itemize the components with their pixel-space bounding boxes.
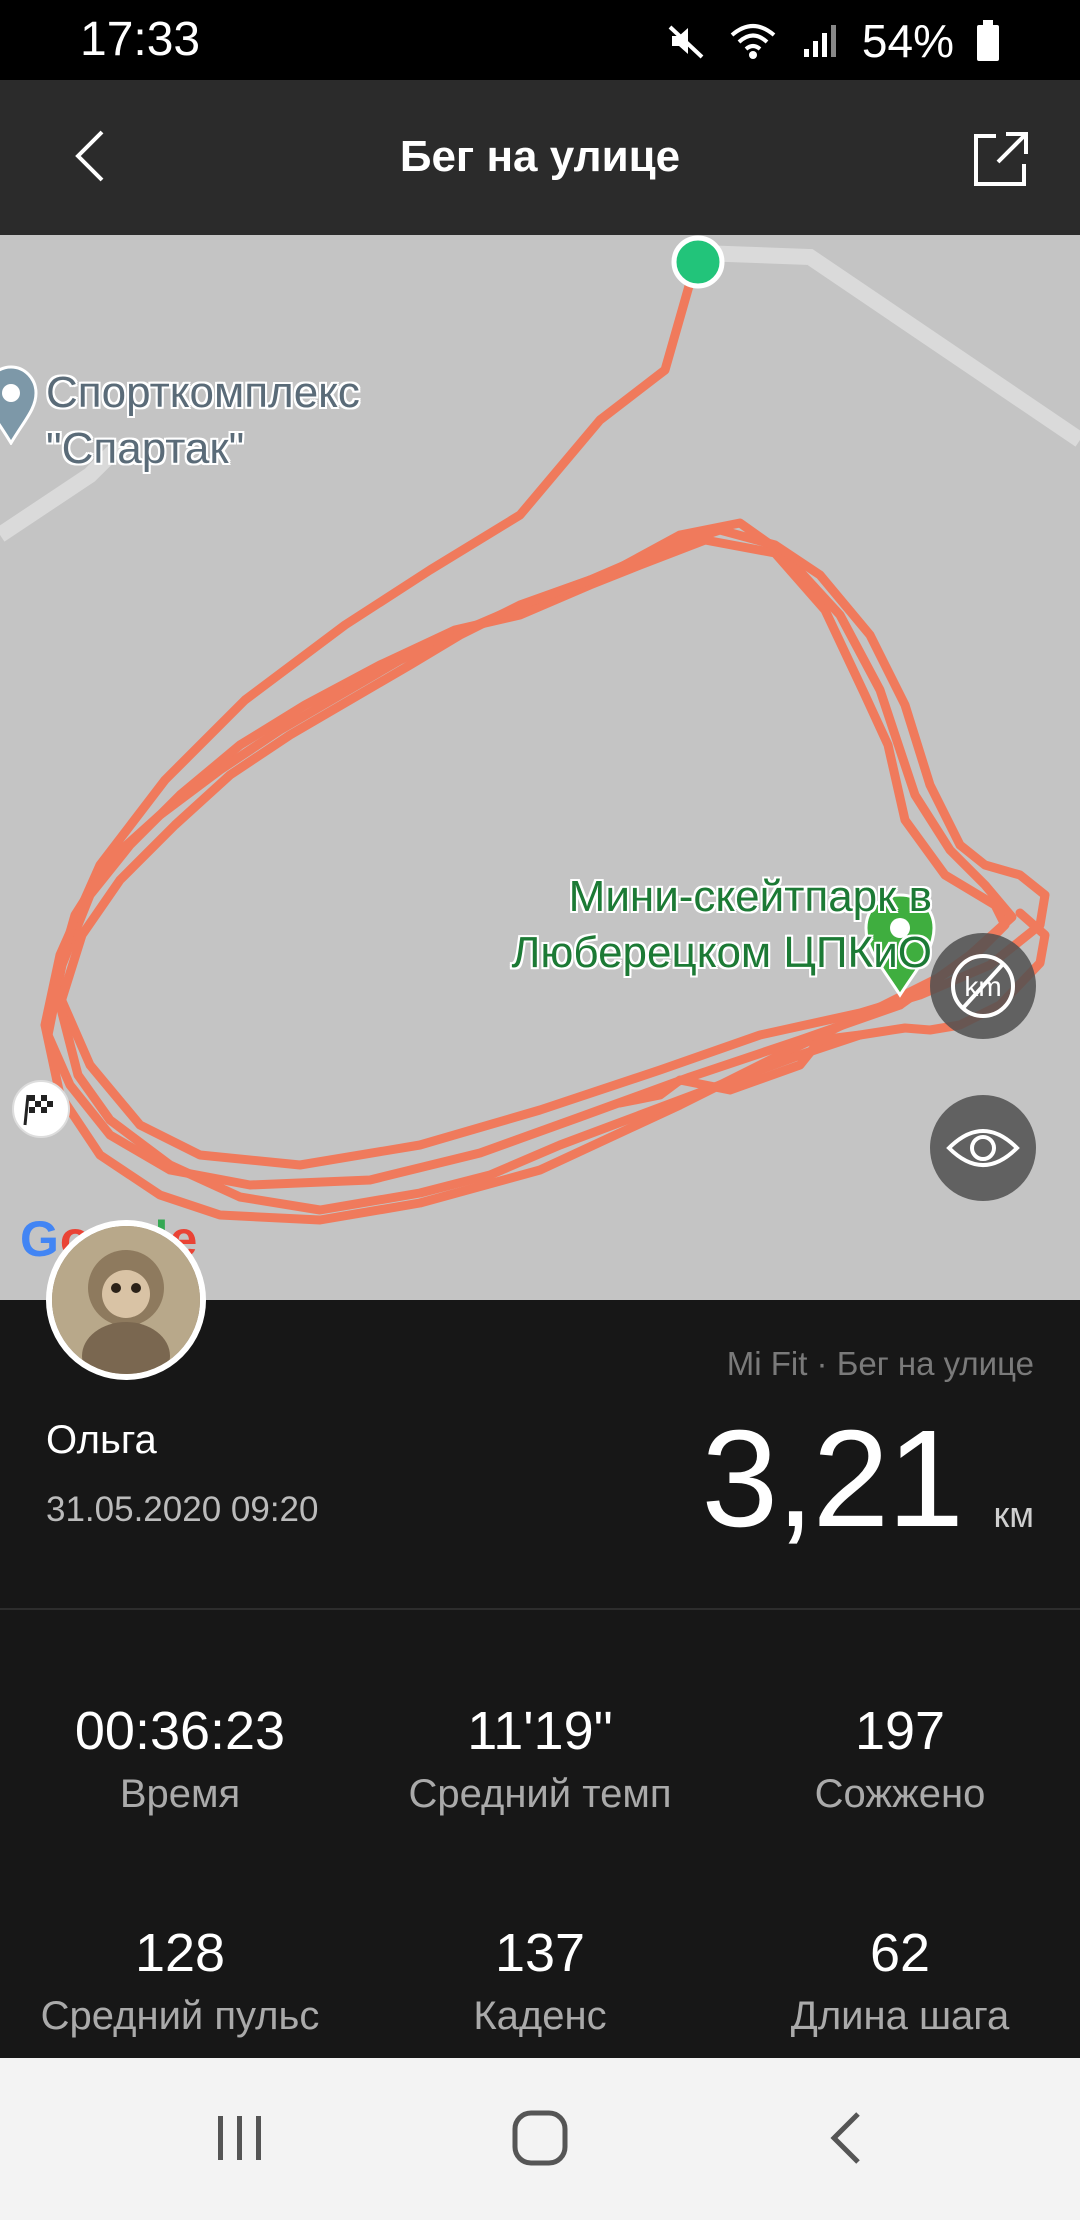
distance-value: 3,21 xyxy=(701,1402,964,1556)
poi-sport-line2: "Спартак" xyxy=(46,424,245,473)
stat-avg-pace: 11'19" Средний темп xyxy=(360,1700,720,1817)
stat-time-label: Время xyxy=(119,1772,241,1816)
eye-icon xyxy=(946,1129,1020,1167)
stat-cadence-label: Каденс xyxy=(473,1994,607,2038)
poi-pin-icon[interactable] xyxy=(0,365,38,445)
avatar-image xyxy=(52,1226,200,1374)
stat-stride-length-value: 62 xyxy=(869,1923,931,1983)
poi-skate-line2: Люберецком ЦПКиО xyxy=(511,928,933,977)
battery-icon xyxy=(977,20,999,61)
stat-cadence: 137 Каденс xyxy=(360,1922,720,2039)
system-back-button[interactable] xyxy=(806,2102,886,2174)
wifi-icon xyxy=(730,24,776,59)
stat-time: 00:36:23 Время xyxy=(0,1700,360,1817)
distance-unit: км xyxy=(993,1494,1035,1535)
stat-time-value: 00:36:23 xyxy=(74,1701,286,1761)
stat-avg-heart-rate: 128 Средний пульс xyxy=(0,1922,360,2039)
workout-date: 31.05.2020 09:20 xyxy=(46,1490,319,1529)
recent-apps-button[interactable] xyxy=(200,2102,280,2174)
stat-avg-pace-label: Средний темп xyxy=(408,1772,672,1816)
back-icon xyxy=(830,2112,860,2164)
status-time: 17:33 xyxy=(80,13,201,66)
avatar[interactable] xyxy=(46,1220,206,1380)
mute-icon xyxy=(668,25,704,59)
km-markers-toggle-button[interactable]: km xyxy=(930,933,1036,1039)
divider xyxy=(0,1608,1080,1610)
status-icons: 54% xyxy=(666,14,1000,68)
stat-avg-heart-rate-label: Средний пульс xyxy=(40,1994,320,2038)
stat-calories: 197 Сожжено xyxy=(720,1700,1080,1817)
stat-avg-pace-value: 11'19" xyxy=(467,1701,613,1761)
recent-apps-icon xyxy=(218,2116,261,2160)
stat-stride-length-label: Длина шага xyxy=(790,1994,1010,2038)
battery-percent: 54% xyxy=(861,15,954,67)
stat-cadence-value: 137 xyxy=(494,1923,586,1983)
route-map[interactable]: Спорткомплекс "Спартак" Мини-скейтпарк в… xyxy=(0,235,1080,1300)
user-name: Ольга xyxy=(46,1418,157,1462)
stat-calories-label: Сожжено xyxy=(814,1772,986,1816)
stat-stride-length: 62 Длина шага xyxy=(720,1922,1080,2039)
poi-label-skatepark[interactable]: Мини-скейтпарк в Люберецком ЦПКиО xyxy=(512,869,933,981)
home-button[interactable] xyxy=(500,2102,580,2174)
route-start-marker xyxy=(671,235,725,289)
status-bar: 17:33 54% xyxy=(0,0,1080,80)
poi-label-sport[interactable]: Спорткомплекс "Спартак" xyxy=(46,365,360,477)
app-bar: Бег на улице xyxy=(0,80,1080,235)
page-title: Бег на улице xyxy=(399,132,681,181)
system-nav-bar xyxy=(0,2058,1080,2220)
stat-avg-heart-rate-value: 128 xyxy=(134,1923,226,1983)
visibility-toggle-button[interactable] xyxy=(930,1095,1036,1201)
share-icon[interactable] xyxy=(966,124,1036,194)
km-off-icon: km xyxy=(951,954,1015,1018)
home-icon xyxy=(512,2110,568,2166)
activity-source: Mi Fit · Бег на улице xyxy=(726,1345,1034,1382)
poi-sport-line1: Спорткомплекс xyxy=(46,368,360,417)
signal-icon xyxy=(803,25,836,57)
poi-skate-line1: Мини-скейтпарк в xyxy=(568,872,932,921)
finish-flag-icon xyxy=(12,1080,70,1138)
stat-calories-value: 197 xyxy=(854,1701,946,1761)
